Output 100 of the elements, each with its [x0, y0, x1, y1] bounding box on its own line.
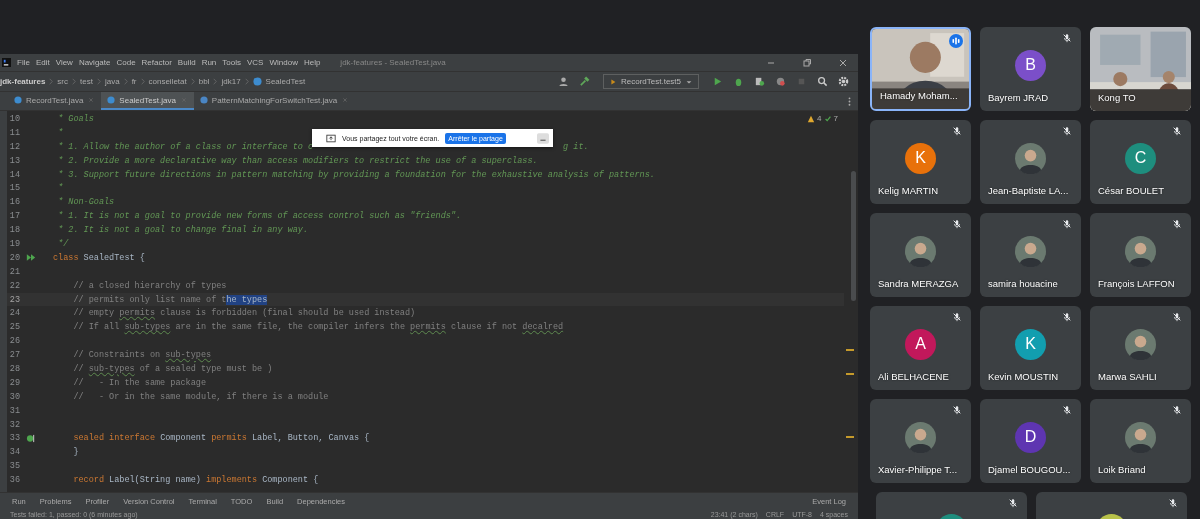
editor-tab[interactable]: SealedTest.java [101, 92, 194, 110]
participant-name: Jean-Baptiste LA... [988, 185, 1069, 196]
code-line: * 2. It is not a goal to change final in any way. [57, 225, 309, 236]
participant-tile[interactable]: Sandra MERAZGA [870, 213, 971, 297]
menu-item[interactable]: Window [269, 58, 298, 67]
config-icon [608, 77, 617, 86]
window-title: jdk-features - SealedTest.java [340, 58, 446, 67]
profiler-icon[interactable] [775, 76, 786, 87]
participant-tile[interactable]: B Bayrem JRAD [980, 27, 1081, 111]
editor-tab[interactable]: RecordTest.java [8, 92, 102, 110]
line-number: 13 [8, 155, 20, 166]
implemented-gutter-icon[interactable] [26, 433, 36, 443]
menu-item[interactable]: Navigate [78, 58, 111, 67]
hammer-icon[interactable] [578, 76, 590, 87]
code-line: // - Or in the same module, if there is a module [72, 391, 329, 402]
participant-tile[interactable]: Hamady Moham... [870, 27, 971, 111]
avatar-silhouette-icon [1125, 328, 1156, 360]
check-icon [823, 114, 832, 123]
class-icon [199, 96, 208, 104]
user-icon[interactable] [557, 76, 569, 87]
menu-item[interactable]: VCS [247, 58, 264, 67]
menu-item[interactable]: Help [303, 58, 321, 67]
line-number: 29 [8, 377, 20, 388]
participant-name: samira houacine [988, 278, 1058, 289]
participant-tile[interactable]: K Kelig MARTIN [870, 120, 971, 204]
participant-name: Xavier-Philippe T... [878, 464, 958, 475]
menu-item[interactable]: Refactor [141, 58, 172, 67]
line-number: 21 [8, 266, 20, 277]
bug-icon[interactable] [733, 76, 744, 87]
warning-icon [807, 114, 816, 123]
code-line: // - In the same package [72, 377, 207, 388]
participant-name: Kelig MARTIN [878, 185, 938, 196]
menu-item[interactable]: Run [201, 58, 217, 67]
breadcrumb[interactable]: java [104, 77, 120, 86]
scrollbar[interactable] [851, 171, 856, 301]
line-number: 16 [8, 197, 20, 208]
code-line: record Label(String name) implements Component { [72, 475, 319, 486]
settings-icon[interactable] [838, 76, 849, 87]
line-number: 35 [8, 461, 20, 472]
line-number: 18 [8, 225, 20, 236]
menu-item[interactable]: Edit [35, 58, 50, 67]
breadcrumb[interactable]: src [57, 77, 69, 86]
menu-item[interactable]: Code [116, 58, 136, 67]
participant-tile[interactable]: François LAFFON [1090, 213, 1191, 297]
menu-item[interactable]: Build [177, 58, 196, 67]
minimize-icon[interactable] [537, 132, 549, 144]
chevron-icon [140, 78, 145, 85]
line-number: 12 [8, 141, 20, 152]
menu-item[interactable]: Tools [222, 58, 241, 67]
chevron-icon [49, 78, 54, 85]
participant-tile[interactable]: Loik Briand [1090, 399, 1191, 483]
participant-name: César BOULET [1098, 185, 1164, 196]
breadcrumb[interactable]: bbl [198, 77, 210, 86]
participant-name: Marwa SAHLI [1098, 371, 1157, 382]
participant-name: Bayrem JRAD [988, 92, 1049, 103]
share-screen-icon [326, 133, 336, 143]
participant-name: Ali BELHACENE [878, 371, 949, 382]
code-line: // If all sub-types are in the same file, the compiler infers the permits clause if not decalred [72, 322, 564, 333]
breadcrumb[interactable]: fr [131, 77, 137, 86]
participant-tile[interactable]: A Ali BELHACENE [870, 306, 971, 390]
code-line: * 1. It is not a goal to provide new forms of access control such as "friends". [57, 211, 462, 222]
code-line: sealed interface Component permits Label, Button, Canvas { [72, 433, 370, 444]
participant-name: Sandra MERAZGA [878, 278, 959, 289]
check-count[interactable]: 7 [833, 114, 838, 123]
menu-item[interactable]: View [55, 58, 73, 67]
participant-tile[interactable]: Xavier-Philippe T... [870, 399, 971, 483]
code-line: // sub-types of a sealed type must be ) [72, 363, 273, 374]
participant-name: Kevin MOUSTIN [988, 371, 1059, 382]
coverage-icon[interactable] [754, 76, 765, 87]
class-icon [14, 96, 22, 104]
breadcrumb[interactable]: test [80, 77, 93, 86]
warning-count[interactable]: 4 [817, 114, 822, 123]
breadcrumb[interactable]: jdk-features [0, 77, 46, 86]
participant-tile[interactable]: Jean-Baptiste LA... [980, 120, 1081, 204]
restore-icon[interactable] [802, 57, 812, 68]
participant-name: Djamel BOUGOU... [988, 464, 1071, 475]
line-number: 10 [8, 113, 20, 124]
breadcrumb[interactable]: conseiletat [148, 77, 187, 86]
participant-tile[interactable]: samira houacine [980, 213, 1081, 297]
close-icon[interactable] [838, 57, 848, 68]
code-line: * [57, 127, 64, 138]
line-number: 34 [8, 447, 20, 458]
line-number: 17 [8, 211, 20, 222]
editor-tab[interactable]: PatternMatchingForSwitchTest.java [193, 92, 356, 110]
participant-tile[interactable]: D Djamel BOUGOU... [980, 399, 1081, 483]
chevron-icon [244, 78, 249, 85]
participant-tile[interactable]: Marwa SAHLI [1090, 306, 1191, 390]
breadcrumb[interactable]: jdk17 [221, 77, 241, 86]
participant-tile[interactable]: C César BOULET [1090, 120, 1191, 204]
run-gutter-icon[interactable] [26, 253, 36, 263]
run-icon[interactable] [712, 76, 723, 87]
menu-item[interactable]: File [17, 58, 30, 67]
participant-tile[interactable]: Kong TO [1090, 27, 1191, 111]
breadcrumb[interactable]: SealedTest [265, 77, 306, 86]
avatar-silhouette-icon [1125, 235, 1156, 267]
search-icon[interactable] [817, 76, 828, 87]
avatar: A [905, 328, 936, 360]
participant-tile[interactable]: K Kevin MOUSTIN [980, 306, 1081, 390]
line-number: 14 [8, 169, 20, 180]
run-configuration-dropdown[interactable]: RecordTest.test5 [602, 74, 699, 89]
